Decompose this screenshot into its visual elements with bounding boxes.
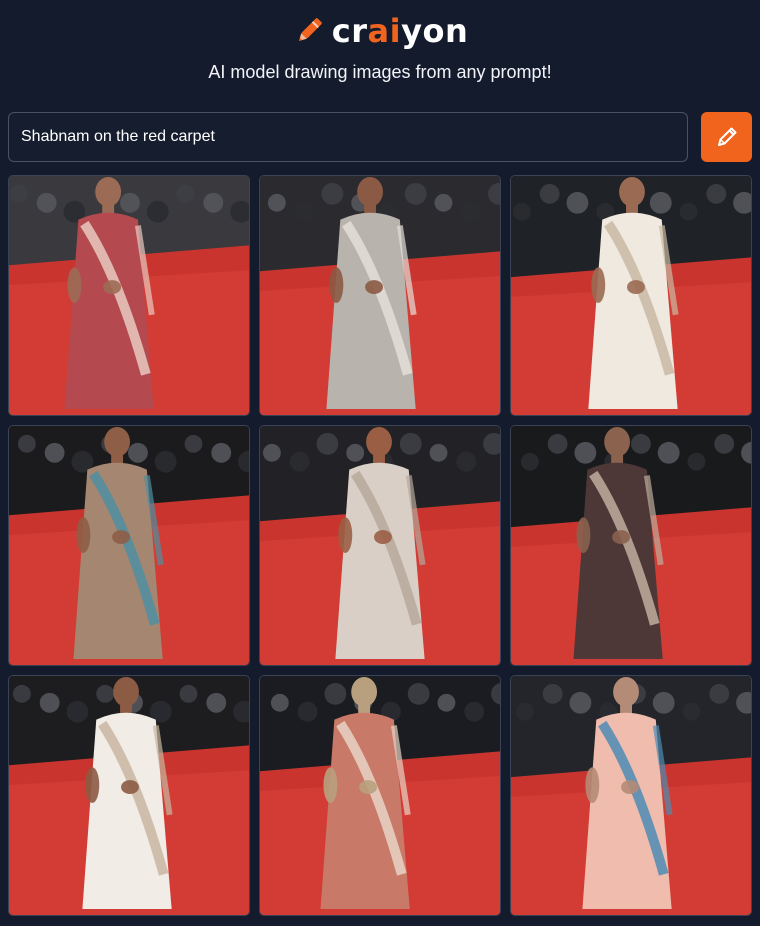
prompt-input[interactable] [8, 112, 688, 162]
red-carpet-illustration [9, 426, 249, 665]
result-image-2[interactable] [259, 175, 501, 416]
result-image-7[interactable] [8, 675, 250, 916]
red-carpet-illustration [511, 176, 751, 415]
logo-text-prefix: cr [331, 12, 368, 50]
logo-text: craiyon [332, 15, 468, 47]
results-grid [8, 175, 752, 918]
red-carpet-illustration [9, 676, 249, 915]
logo[interactable]: craiyon [0, 8, 760, 54]
result-image-6[interactable] [510, 425, 752, 666]
result-image-8[interactable] [259, 675, 501, 916]
result-image-1[interactable] [8, 175, 250, 416]
draw-button[interactable] [701, 112, 752, 162]
red-carpet-illustration [260, 426, 500, 665]
result-image-9[interactable] [510, 675, 752, 916]
red-carpet-illustration [9, 176, 249, 415]
logo-text-accent: ai [367, 12, 402, 50]
red-carpet-illustration [511, 426, 751, 665]
pencil-icon [717, 127, 736, 146]
result-image-3[interactable] [510, 175, 752, 416]
logo-text-suffix: yon [401, 12, 469, 50]
red-carpet-illustration [260, 676, 500, 915]
red-carpet-illustration [511, 676, 751, 915]
tagline: AI model drawing images from any prompt! [208, 62, 552, 82]
header: craiyon AI model drawing images from any… [0, 0, 760, 100]
red-carpet-illustration [260, 176, 500, 415]
result-image-4[interactable] [8, 425, 250, 666]
crayon-icon [298, 18, 322, 41]
result-image-5[interactable] [259, 425, 501, 666]
